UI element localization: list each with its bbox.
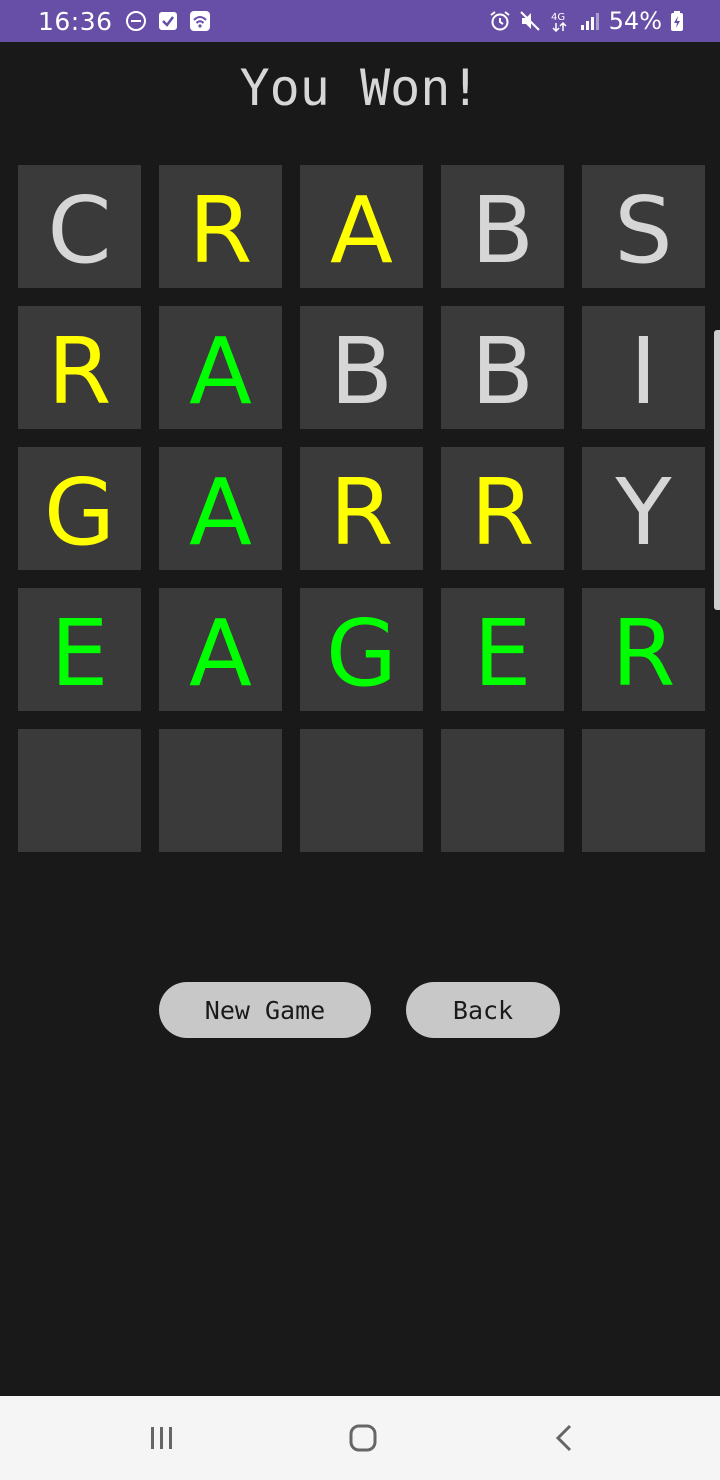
do-not-disturb-icon (125, 10, 147, 32)
wifi-calling-icon (189, 10, 211, 32)
letter-tile: R (300, 447, 423, 570)
task-check-icon (157, 10, 179, 32)
board-row: RABBI (18, 306, 706, 429)
letter-tile (582, 729, 705, 852)
new-game-button[interactable]: New Game (159, 982, 371, 1038)
letter-tile (18, 729, 141, 852)
letter-tile: Y (582, 447, 705, 570)
letter-tile: R (159, 165, 282, 288)
button-row: New Game Back (0, 982, 720, 1038)
svg-text:4G: 4G (551, 12, 565, 23)
battery-icon (670, 10, 684, 32)
recents-icon[interactable] (117, 1396, 207, 1480)
letter-tile: E (18, 588, 141, 711)
letter-tile: B (441, 306, 564, 429)
page-title: You Won! (239, 59, 481, 117)
letter-tile: R (18, 306, 141, 429)
board-row: GARRY (18, 447, 706, 570)
letter-tile: E (441, 588, 564, 711)
letter-tile: B (441, 165, 564, 288)
mute-icon (519, 10, 541, 32)
letter-tile: A (159, 306, 282, 429)
board-row: CRABS (18, 165, 706, 288)
letter-tile: A (159, 447, 282, 570)
battery-percentage: 54% (608, 7, 662, 35)
network-4g-icon: 4G (549, 10, 571, 33)
letter-tile: G (300, 588, 423, 711)
back-button[interactable]: Back (406, 982, 560, 1038)
letter-tile: A (159, 588, 282, 711)
home-icon[interactable] (318, 1396, 408, 1480)
status-time: 16:36 (38, 6, 113, 36)
letter-tile: R (441, 447, 564, 570)
letter-tile: C (18, 165, 141, 288)
letter-tile: S (582, 165, 705, 288)
letter-tile: R (582, 588, 705, 711)
navigation-bar (0, 1396, 720, 1480)
board-row (18, 729, 706, 852)
letter-tile: G (18, 447, 141, 570)
letter-tile: B (300, 306, 423, 429)
letter-tile (441, 729, 564, 852)
letter-tile: A (300, 165, 423, 288)
letter-tile: I (582, 306, 705, 429)
letter-tile (300, 729, 423, 852)
back-icon[interactable] (520, 1396, 610, 1480)
board-row: EAGER (18, 588, 706, 711)
signal-icon (579, 10, 601, 32)
letter-tile (159, 729, 282, 852)
alarm-icon (489, 10, 511, 32)
scroll-indicator[interactable] (714, 330, 720, 610)
status-bar: 16:36 4G 54% (0, 0, 720, 42)
game-board: CRABSRABBIGARRYEAGER (18, 165, 706, 870)
